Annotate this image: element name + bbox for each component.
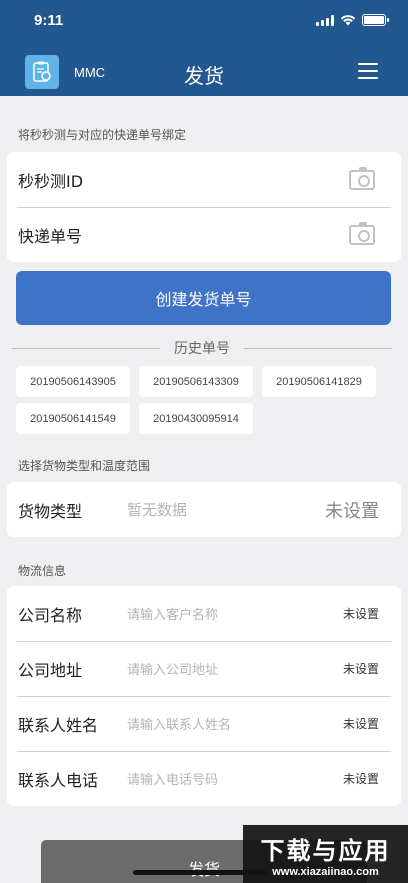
tracking-number-label: 快递单号: [18, 226, 83, 246]
status-time: 9:11: [34, 12, 64, 29]
company-name-input[interactable]: 请输入客户名称: [127, 604, 218, 623]
create-shipment-button[interactable]: 创建发货单号: [16, 271, 391, 325]
camera-icon[interactable]: [349, 221, 375, 245]
logistics-card: 公司名称 请输入客户名称 未设置 公司地址 请输入公司地址 未设置 联系人姓名 …: [7, 586, 401, 806]
contact-name-row[interactable]: 联系人姓名 请输入联系人姓名 未设置: [7, 696, 401, 751]
tracking-number-row[interactable]: 快递单号: [7, 207, 401, 262]
history-chip[interactable]: 20190506141549: [16, 403, 130, 434]
menu-icon[interactable]: [358, 63, 378, 79]
goods-type-label: 货物类型: [18, 501, 83, 521]
wifi-icon: [340, 15, 356, 26]
company-address-input[interactable]: 请输入公司地址: [127, 659, 218, 678]
history-chip[interactable]: 20190506141829: [262, 366, 376, 397]
company-address-row[interactable]: 公司地址 请输入公司地址 未设置: [7, 641, 401, 696]
contact-phone-label: 联系人电话: [18, 770, 99, 790]
company-name-label: 公司名称: [18, 605, 83, 625]
goods-section-label: 选择货物类型和温度范围: [18, 459, 151, 473]
history-title: 历史单号: [174, 341, 230, 357]
goods-type-row[interactable]: 货物类型 暂无数据 未设置: [7, 482, 401, 537]
company-name-row[interactable]: 公司名称 请输入客户名称 未设置: [7, 586, 401, 641]
watermark-logo: 下载与应用 www.xiazaiinao.com: [243, 825, 408, 883]
goods-card: 货物类型 暂无数据 未设置: [7, 482, 401, 537]
contact-phone-row[interactable]: 联系人电话 请输入电话号码 未设置: [7, 751, 401, 806]
camera-icon[interactable]: [349, 166, 375, 190]
contact-name-value[interactable]: 未设置: [343, 715, 379, 732]
company-name-value[interactable]: 未设置: [343, 605, 379, 622]
watermark-url: www.xiazaiinao.com: [272, 865, 379, 878]
status-icons: [316, 14, 389, 26]
history-chip[interactable]: 20190430095914: [139, 403, 253, 434]
contact-name-input[interactable]: 请输入联系人姓名: [127, 714, 231, 733]
company-address-label: 公司地址: [18, 660, 83, 680]
cellular-signal-icon: [316, 14, 334, 26]
contact-phone-input[interactable]: 请输入电话号码: [127, 769, 218, 788]
bind-section-label: 将秒秒测与对应的快递单号绑定: [18, 128, 187, 142]
goods-type-value[interactable]: 未设置: [325, 497, 379, 523]
page-title: 发货: [184, 64, 224, 88]
device-id-row[interactable]: 秒秒测ID: [7, 152, 401, 207]
history-divider: 历史单号: [12, 339, 392, 357]
watermark-title: 下载与应用: [260, 836, 391, 865]
contact-name-label: 联系人姓名: [18, 715, 99, 735]
history-chip[interactable]: 20190506143905: [16, 366, 130, 397]
history-chip[interactable]: 20190506143309: [139, 366, 253, 397]
app-header: 9:11 MMC 发货: [0, 0, 408, 96]
bind-card: 秒秒测ID 快递单号: [7, 152, 401, 262]
device-id-label: 秒秒测ID: [18, 171, 84, 191]
battery-icon: [362, 14, 389, 26]
contact-phone-value[interactable]: 未设置: [343, 770, 379, 787]
goods-type-placeholder: 暂无数据: [127, 501, 188, 519]
company-address-value[interactable]: 未设置: [343, 660, 379, 677]
logistics-section-label: 物流信息: [18, 564, 67, 578]
